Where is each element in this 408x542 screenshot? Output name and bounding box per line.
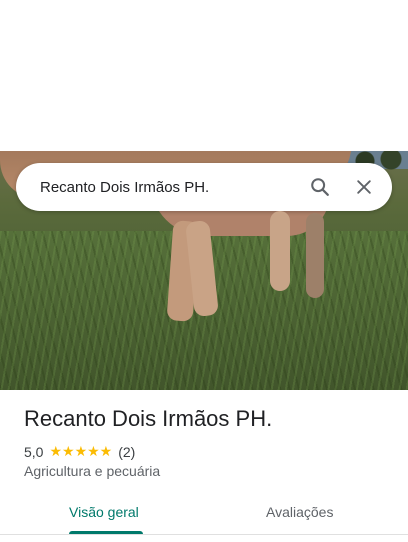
tabs-divider xyxy=(0,534,408,535)
place-title: Recanto Dois Irmãos PH. xyxy=(24,406,273,431)
rating-stars: ★★★★★ xyxy=(49,443,113,459)
close-button[interactable] xyxy=(342,165,386,209)
rating-value: 5,0 xyxy=(24,443,44,460)
place-category[interactable]: Agricultura e pecuária xyxy=(24,463,160,479)
close-icon xyxy=(357,180,371,194)
rating-row[interactable]: 5,0 ★★★★★ (2) xyxy=(24,443,135,460)
tab-overview[interactable]: Visão geral xyxy=(69,504,139,520)
photo-animal-leg xyxy=(306,213,324,298)
search-icon xyxy=(311,178,329,196)
review-count[interactable]: (2) xyxy=(118,444,135,460)
search-button[interactable] xyxy=(298,165,342,209)
photo-animal-leg xyxy=(270,211,290,291)
search-input[interactable]: Recanto Dois Irmãos PH. xyxy=(16,179,298,196)
search-bar[interactable]: Recanto Dois Irmãos PH. xyxy=(16,163,392,211)
tab-reviews[interactable]: Avaliações xyxy=(266,504,333,520)
